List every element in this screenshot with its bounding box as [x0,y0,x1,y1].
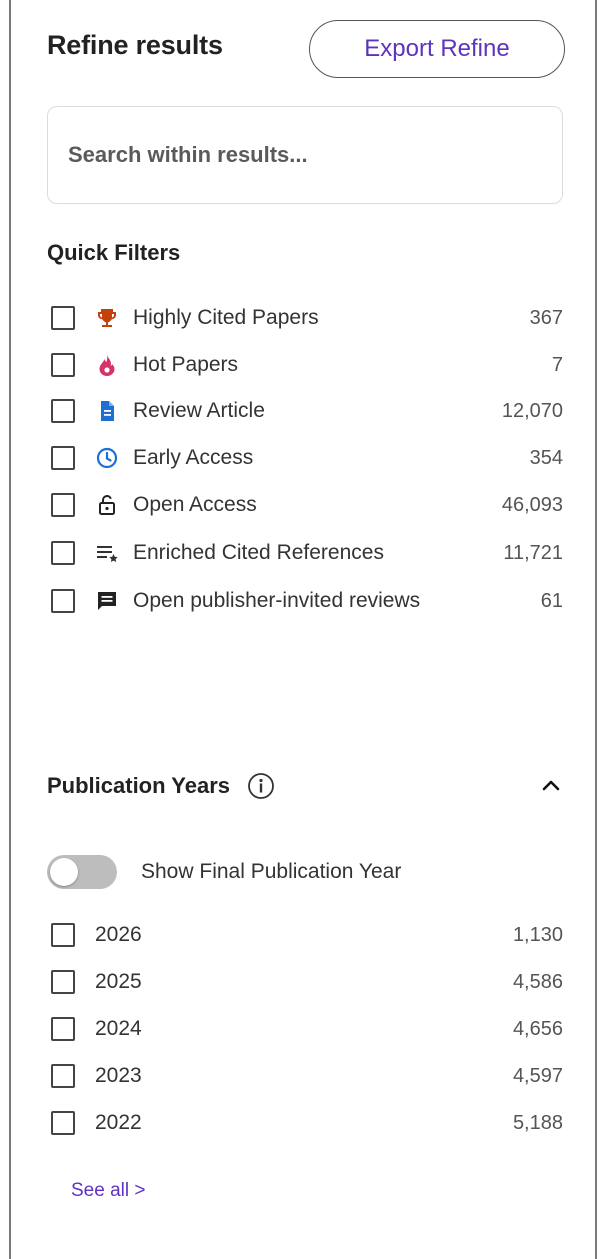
year-count: 5,188 [512,1111,563,1134]
year-label: 2024 [95,1017,142,1040]
checkbox[interactable] [51,306,75,330]
quick-filter-highly-cited[interactable]: Highly Cited Papers 367 [51,303,563,333]
checkbox[interactable] [51,1111,75,1135]
checkbox[interactable] [51,399,75,423]
year-label: 2022 [95,1111,142,1134]
quick-filters-title: Quick Filters [47,240,181,265]
publication-years-header: Publication Years [47,768,563,804]
filter-label: Highly Cited Papers [133,306,319,329]
filter-count: 354 [529,446,563,469]
trophy-icon [95,306,119,330]
filter-label: Hot Papers [133,353,239,376]
year-label: 2023 [95,1064,142,1087]
filter-count: 367 [529,306,563,329]
toggle-knob [50,858,78,886]
toggle-label: Show Final Publication Year [141,860,402,883]
year-count: 4,586 [512,970,563,993]
quick-filter-enriched-cited-references[interactable]: Enriched Cited References 11,721 [51,538,563,568]
list-star-icon [95,541,119,565]
refine-header: Refine results Export Refine [47,20,565,78]
year-2025-row[interactable]: 2025 4,586 [51,967,563,997]
filter-count: 12,070 [501,399,563,422]
quick-filter-early-access[interactable]: Early Access 354 [51,443,563,473]
filter-count: 46,093 [501,493,563,516]
chevron-up-icon[interactable] [539,774,563,798]
filter-count: 7 [551,353,563,376]
quick-filter-publisher-invited-reviews[interactable]: Open publisher-invited reviews 61 [51,586,563,616]
filter-label: Enriched Cited References [133,541,384,564]
year-count: 1,130 [512,923,563,946]
year-2022-row[interactable]: 2022 5,188 [51,1108,563,1138]
page-title: Refine results [47,30,223,60]
final-publication-year-toggle-row: Show Final Publication Year [47,850,563,894]
checkbox[interactable] [51,970,75,994]
year-label: 2025 [95,970,142,993]
open-lock-icon [95,493,119,517]
year-count: 4,656 [512,1017,563,1040]
checkbox[interactable] [51,353,75,377]
year-2026-row[interactable]: 2026 1,130 [51,920,563,950]
filter-count: 11,721 [503,541,563,564]
filter-label: Open publisher-invited reviews [133,589,421,612]
year-2024-row[interactable]: 2024 4,656 [51,1014,563,1044]
export-refine-button[interactable]: Export Refine [309,20,565,78]
info-icon[interactable] [246,771,276,801]
quick-filter-review-article[interactable]: Review Article 12,070 [51,396,563,426]
filter-count: 61 [540,589,563,612]
document-icon [95,399,119,423]
publication-years-title: Publication Years [47,773,231,798]
refine-panel: Refine results Export Refine Quick Filte… [9,0,597,1259]
checkbox[interactable] [51,923,75,947]
checkbox[interactable] [51,1064,75,1088]
checkbox[interactable] [51,1017,75,1041]
see-all-link[interactable]: See all > [71,1180,145,1202]
checkbox[interactable] [51,541,75,565]
checkbox[interactable] [51,493,75,517]
quick-filter-hot-papers[interactable]: Hot Papers 7 [51,350,563,380]
filter-label: Early Access [133,446,254,469]
year-2023-row[interactable]: 2023 4,597 [51,1061,563,1091]
year-count: 4,597 [512,1064,563,1087]
clock-icon [95,446,119,470]
flame-icon [95,353,119,377]
filter-label: Open Access [133,493,257,516]
comment-icon [95,589,119,613]
search-input[interactable] [47,106,563,204]
filter-label: Review Article [133,399,265,422]
checkbox[interactable] [51,446,75,470]
final-publication-year-toggle[interactable] [47,855,117,889]
quick-filter-open-access[interactable]: Open Access 46,093 [51,490,563,520]
year-label: 2026 [95,923,142,946]
checkbox[interactable] [51,589,75,613]
